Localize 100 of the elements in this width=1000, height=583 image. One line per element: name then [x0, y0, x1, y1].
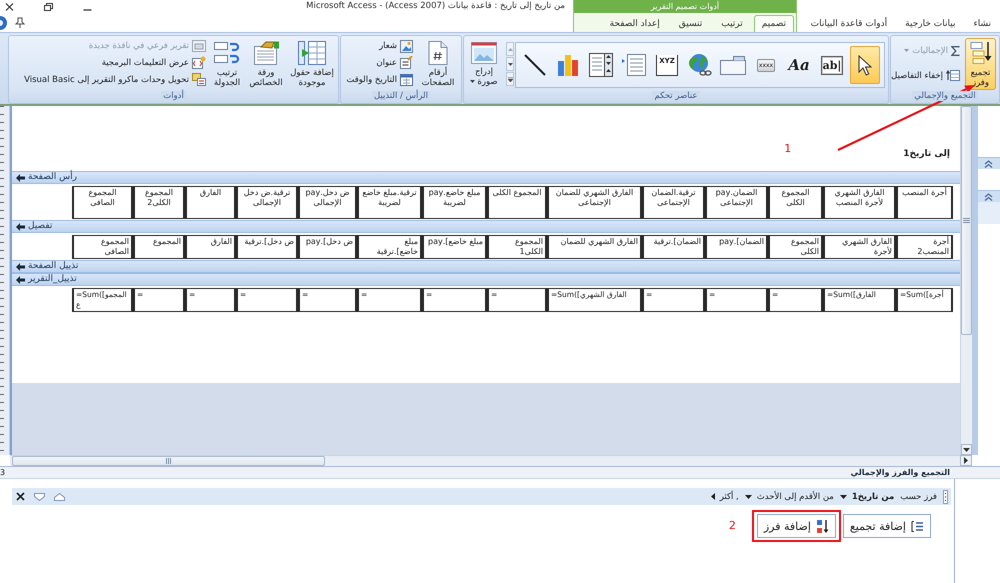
list-box-icon: [622, 54, 646, 76]
property-sheet-icon: [252, 41, 280, 65]
hide-details-icon: [946, 70, 960, 81]
move-down-icon[interactable]: [34, 492, 45, 500]
pointer-tool[interactable]: [850, 46, 880, 84]
gallery-more-button[interactable]: [506, 72, 514, 86]
title-icon: [400, 56, 413, 70]
office-button-icon[interactable]: [0, 16, 8, 30]
collapsed-pane: [978, 202, 1000, 224]
dropdown-arrow-icon: [840, 494, 847, 498]
code-icon: [192, 56, 206, 70]
add-fields-icon: [298, 41, 326, 65]
section-title: رأس الصفحة: [28, 172, 77, 183]
double-chevron-up-icon: [984, 160, 993, 168]
ribbon-button[interactable]: أرقام الصفحات: [418, 38, 458, 90]
more-link[interactable]: , أكثر: [710, 492, 739, 502]
report-header-label[interactable]: إلى تاريخ1: [903, 149, 950, 159]
edge-label: 3: [0, 468, 6, 478]
ribbon-button[interactable]: عنوان: [344, 54, 415, 71]
ribbon-button[interactable]: إخفاء التفاصيل: [889, 68, 962, 84]
ribbon-button[interactable]: عرض التعليمات البرمجية: [22, 54, 208, 71]
up-arrow-icon: [508, 48, 512, 50]
pane-title: التجميع والفرز والإجمالي: [850, 468, 951, 478]
ribbon-button[interactable]: تحويل وحدات ماكرو التقرير إلى Visual Basic: [22, 72, 208, 88]
field-dropdown[interactable]: من تاريخ1: [840, 492, 894, 502]
tab-control-icon: [720, 55, 746, 75]
section-bar[interactable]: تذييل_التقرير: [12, 273, 960, 286]
calendar-icon: [400, 73, 413, 86]
bar-chart-icon: [556, 53, 580, 77]
drag-handle-icon[interactable]: [943, 490, 948, 504]
sort-icon: [816, 518, 829, 534]
pointer-icon: [858, 54, 872, 76]
group-label: الرأس / التذييل: [372, 91, 430, 101]
add-group-button[interactable]: إضافة تجميع: [842, 514, 931, 538]
section-title: تذييل الصفحة: [28, 261, 78, 272]
subreport-icon: [192, 40, 206, 52]
horizontal-scrollbar[interactable]: [10, 455, 960, 466]
line-icon: [524, 54, 546, 76]
contextual-tab-group-label: أدوات تصميم التقرير: [574, 0, 796, 13]
tab-order-icon: [214, 41, 240, 65]
scroll-right-button[interactable]: [960, 455, 972, 466]
add-sort-button[interactable]: إضافة فرز: [756, 514, 836, 538]
sum-icon: [951, 46, 960, 56]
pin-icon[interactable]: [15, 17, 25, 28]
grip-icon: [166, 458, 171, 464]
ribbon-tab[interactable]: تصميم: [754, 15, 794, 32]
ribbon-tab[interactable]: إعداد الصفحة: [602, 15, 668, 32]
scrollbar-thumb[interactable]: [12, 456, 325, 466]
grip-icon: [963, 218, 970, 223]
group-sort-icon: [970, 41, 992, 65]
add-group-icon: [911, 520, 924, 532]
page-number-icon: [428, 41, 448, 65]
ribbon-button[interactable]: ترتيب الجدولة: [211, 38, 243, 90]
annotation-number: 1: [784, 143, 792, 155]
annotation-number: 2: [728, 520, 736, 532]
logo-icon: [400, 40, 413, 53]
vertical-scrollbar[interactable]: [960, 106, 972, 455]
ribbon-button[interactable]: شعار: [344, 38, 415, 54]
delete-icon[interactable]: [16, 492, 25, 501]
ribbon-button[interactable]: التاريخ والوقت: [344, 72, 415, 88]
section-bar[interactable]: تذييل الصفحة: [12, 260, 960, 273]
ribbon-button[interactable]: إضافة حقول موجودة: [289, 38, 335, 90]
scrollbar-thumb[interactable]: [961, 106, 972, 335]
section-arrow-icon: [16, 222, 25, 230]
section-title: تفصيل: [28, 221, 52, 232]
label-tool[interactable]: Aa: [784, 46, 814, 84]
section-arrow-icon: [16, 174, 25, 182]
combo-box-icon: [589, 53, 613, 77]
section-bar[interactable]: رأس الصفحة: [12, 171, 960, 184]
text-box-tool[interactable]: ab|: [817, 46, 847, 84]
right-arrow-icon: [964, 457, 968, 464]
move-up-icon[interactable]: [54, 492, 65, 500]
convert-macro-icon: [192, 73, 206, 86]
close-icon[interactable]: [5, 2, 14, 10]
more-icon: [508, 76, 512, 82]
ribbon-tab[interactable]: ترتيب: [713, 15, 751, 32]
group-label: أدوات: [161, 91, 186, 101]
ribbon-tab[interactable]: تنسيق: [670, 15, 710, 32]
picture-icon: [471, 42, 497, 64]
double-chevron-up-icon: [984, 192, 993, 200]
collapse-button[interactable]: [978, 157, 1000, 169]
restore-icon[interactable]: [44, 2, 53, 10]
scroll-down-button[interactable]: [961, 444, 972, 455]
window-title: من تاريخ إلى تاريخ : قاعدة بيانات (Access 2007) - Microsoft Access: [306, 0, 566, 13]
ribbon-tab[interactable]: بيانات خارجية: [898, 15, 962, 32]
ribbon-button[interactable]: ورقة الخصائص: [246, 38, 286, 90]
globe-icon: [688, 53, 712, 77]
sort-by-label: فرز حسب: [900, 492, 937, 502]
sort-order-dropdown[interactable]: من الأقدم إلى الأحدث: [744, 492, 834, 502]
down-arrow-icon: [508, 62, 512, 66]
ribbon-tab[interactable]: أدوات قاعدة البيانات: [804, 15, 894, 32]
group-label: التجميع والإجمالي: [912, 91, 978, 101]
section-bar[interactable]: تفصيل: [12, 220, 960, 233]
ribbon-tab[interactable]: نشاء: [966, 15, 998, 32]
left-triangle-icon: [710, 493, 715, 500]
ribbon-button[interactable]: إدراج صورة: [465, 38, 503, 90]
gallery-down-button[interactable]: [506, 57, 514, 71]
collapse-button[interactable]: [978, 190, 1000, 202]
section-title: تذييل_التقرير: [28, 274, 77, 285]
dropdown-arrow-icon: [744, 494, 752, 498]
